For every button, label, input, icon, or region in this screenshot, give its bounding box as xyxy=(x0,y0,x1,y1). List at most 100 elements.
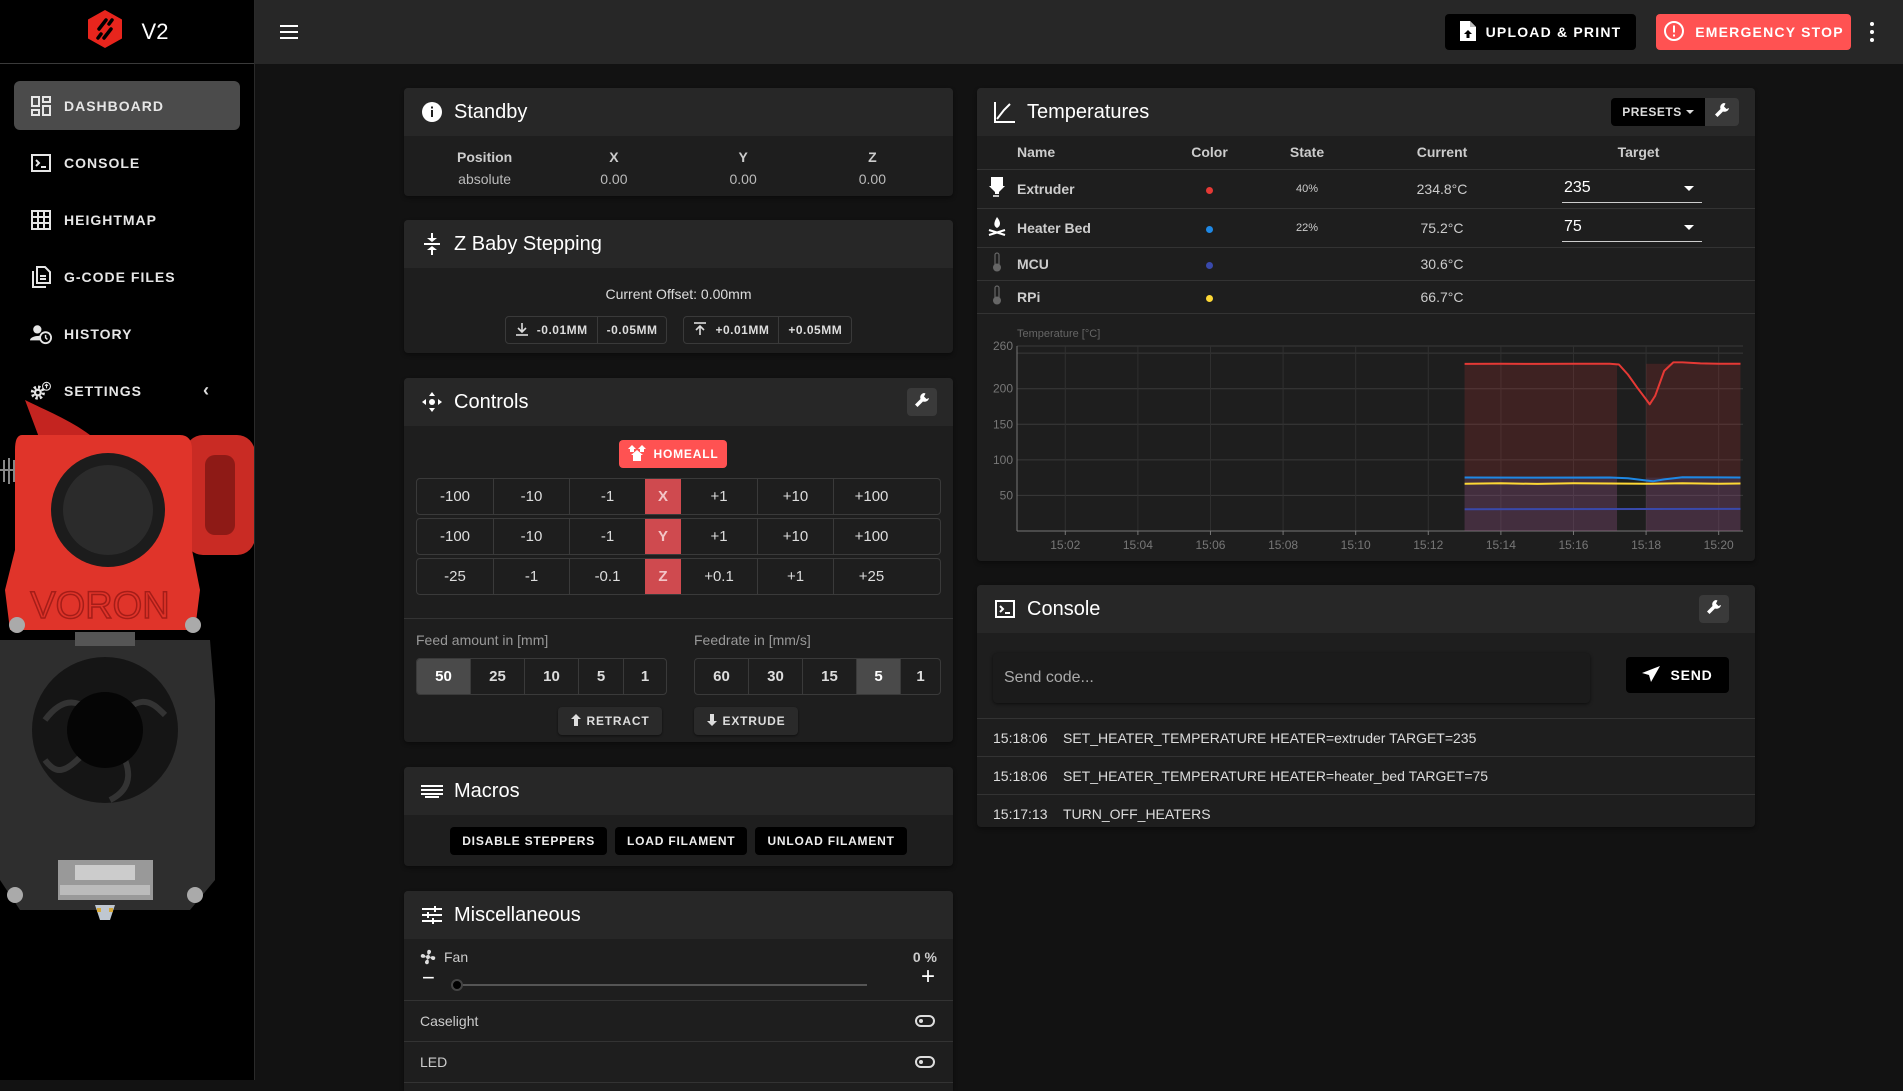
fan-slider[interactable] xyxy=(457,984,867,986)
voron-logo-icon[interactable] xyxy=(86,9,124,54)
jog-x-button[interactable]: -1 xyxy=(569,479,645,514)
fan-slider-thumb[interactable] xyxy=(451,979,463,991)
x-tick-label: 15:06 xyxy=(1195,538,1225,552)
jog-x-button[interactable]: -10 xyxy=(493,479,569,514)
compress-vertical-icon xyxy=(420,232,444,256)
feed-amount-option[interactable]: 50 xyxy=(417,659,470,694)
file-upload-icon xyxy=(1460,21,1476,44)
grid-icon xyxy=(30,209,52,231)
home-multiple-icon xyxy=(628,445,648,464)
fan-decrease-button[interactable]: − xyxy=(422,967,435,989)
presets-label: PRESETS xyxy=(1622,105,1682,119)
sidebar-item-gcode-files[interactable]: G-CODE FILES xyxy=(14,252,240,301)
led-toggle[interactable] xyxy=(915,1056,935,1068)
jog-y-button[interactable]: -100 xyxy=(417,519,493,554)
jog-y-button[interactable]: -1 xyxy=(569,519,645,554)
controls-settings-button[interactable] xyxy=(907,388,937,416)
sidebar-item-heightmap[interactable]: HEIGHTMAP xyxy=(14,195,240,244)
history-icon xyxy=(30,323,52,345)
babystep-card-header: Z Baby Stepping xyxy=(404,220,953,268)
jog-x-button[interactable]: +1 xyxy=(681,479,757,514)
standby-title: Standby xyxy=(454,101,527,124)
babystep-down-small-button[interactable]: -0.01MM xyxy=(506,317,597,343)
home-y-button[interactable]: Y xyxy=(645,519,681,554)
feed-amount-option[interactable]: 1 xyxy=(623,659,666,694)
send-button[interactable]: SEND xyxy=(1626,657,1729,693)
temperatures-settings-button[interactable] xyxy=(1705,98,1739,126)
console-entry[interactable]: 15:18:06SET_HEATER_TEMPERATURE HEATER=he… xyxy=(977,756,1755,794)
color-swatch[interactable] xyxy=(1206,226,1213,233)
caselight-toggle[interactable] xyxy=(915,1015,935,1027)
standby-card: Standby Position X Y Z absolute 0.00 0.0… xyxy=(404,88,953,196)
menu-icon[interactable] xyxy=(275,20,303,44)
sidebar-nav: DASHBOARD CONSOLE HEIGHTMAP G-CODE FILES… xyxy=(0,64,254,415)
home-x-button[interactable]: X xyxy=(645,479,681,514)
babystep-down-small-label: -0.01MM xyxy=(537,323,588,337)
jog-z-button[interactable]: -25 xyxy=(417,559,493,594)
chevron-left-icon[interactable]: ‹ xyxy=(203,380,210,401)
jog-z-button[interactable]: -0.1 xyxy=(569,559,645,594)
jog-z-button[interactable]: +25 xyxy=(833,559,909,594)
extrude-button[interactable]: EXTRUDE xyxy=(694,707,798,735)
home-z-button[interactable]: Z xyxy=(645,559,681,594)
temperature-chart[interactable]: Temperature [°C]5010015020026015:0215:04… xyxy=(977,316,1755,556)
keyboard-icon xyxy=(420,779,444,803)
feedrate-option[interactable]: 15 xyxy=(802,659,856,694)
jog-z-button[interactable]: +1 xyxy=(757,559,833,594)
feedrate-option[interactable]: 30 xyxy=(748,659,802,694)
feedrate-option[interactable]: 60 xyxy=(695,659,748,694)
fan-increase-button[interactable]: + xyxy=(921,965,935,989)
sensor-row-mcu: MCU 30.6°C xyxy=(977,247,1755,280)
dropdown-arrow-icon[interactable] xyxy=(1684,186,1694,191)
presets-dropdown-button[interactable]: PRESETS xyxy=(1611,98,1705,126)
jog-x-button[interactable]: +10 xyxy=(757,479,833,514)
dropdown-arrow-icon[interactable] xyxy=(1684,225,1694,230)
target-band xyxy=(1646,478,1740,531)
babystep-down-large-button[interactable]: -0.05MM xyxy=(597,317,667,343)
feedrate-option[interactable]: 1 xyxy=(900,659,940,694)
sensor-name: RPi xyxy=(1017,280,1167,313)
thermometer-icon xyxy=(977,247,1017,280)
sidebar-item-history[interactable]: HISTORY xyxy=(14,309,240,358)
jog-y-button[interactable]: +1 xyxy=(681,519,757,554)
sidebar-item-console[interactable]: CONSOLE xyxy=(14,138,240,187)
extruder-target-input[interactable]: 235 xyxy=(1562,175,1702,203)
heater-bed-target-input[interactable]: 75 xyxy=(1562,214,1702,242)
macros-card-header: Macros xyxy=(404,767,953,815)
icon-column-header xyxy=(977,136,1017,169)
console-entry[interactable]: 15:17:13TURN_OFF_HEATERS xyxy=(977,794,1755,827)
more-vert-icon[interactable] xyxy=(1868,22,1876,42)
sidebar-item-dashboard[interactable]: DASHBOARD xyxy=(14,81,240,130)
name-column-header: Name xyxy=(1017,136,1167,169)
macro-disable-steppers-button[interactable]: DISABLE STEPPERS xyxy=(450,827,607,855)
gcode-command-input[interactable] xyxy=(993,653,1590,703)
jog-y-button[interactable]: +10 xyxy=(757,519,833,554)
babystep-up-large-button[interactable]: +0.05MM xyxy=(778,317,851,343)
macro-load-filament-button[interactable]: LOAD FILAMENT xyxy=(615,827,747,855)
console-entry[interactable]: 15:18:06SET_HEATER_TEMPERATURE HEATER=ex… xyxy=(977,718,1755,756)
jog-z-button[interactable]: +0.1 xyxy=(681,559,757,594)
jog-z-button[interactable]: -1 xyxy=(493,559,569,594)
jog-x-button[interactable]: +100 xyxy=(833,479,909,514)
sensor-state xyxy=(1252,280,1362,313)
feed-amount-selector: 50251051 xyxy=(416,658,667,695)
retract-button[interactable]: RETRACT xyxy=(558,707,662,735)
jog-y-button[interactable]: -10 xyxy=(493,519,569,554)
jog-y-button[interactable]: +100 xyxy=(833,519,909,554)
feed-amount-option[interactable]: 5 xyxy=(578,659,623,694)
console-settings-button[interactable] xyxy=(1699,595,1729,623)
feed-amount-option[interactable]: 10 xyxy=(524,659,578,694)
color-swatch[interactable] xyxy=(1206,262,1213,269)
home-all-button[interactable]: HOMEALL xyxy=(619,440,727,468)
emergency-stop-button[interactable]: EMERGENCY STOP xyxy=(1656,14,1851,50)
color-swatch[interactable] xyxy=(1206,187,1213,194)
macro-unload-filament-button[interactable]: UNLOAD FILAMENT xyxy=(755,827,906,855)
jog-x-button[interactable]: -100 xyxy=(417,479,493,514)
color-swatch[interactable] xyxy=(1206,295,1213,302)
feedrate-option[interactable]: 5 xyxy=(856,659,900,694)
standby-card-header: Standby xyxy=(404,88,953,136)
upload-print-button[interactable]: UPLOAD & PRINT xyxy=(1445,14,1636,50)
feed-amount-option[interactable]: 25 xyxy=(470,659,524,694)
feedrate-label: Feedrate in [mm/s] xyxy=(694,632,811,648)
babystep-up-small-button[interactable]: +0.01MM xyxy=(684,317,778,343)
